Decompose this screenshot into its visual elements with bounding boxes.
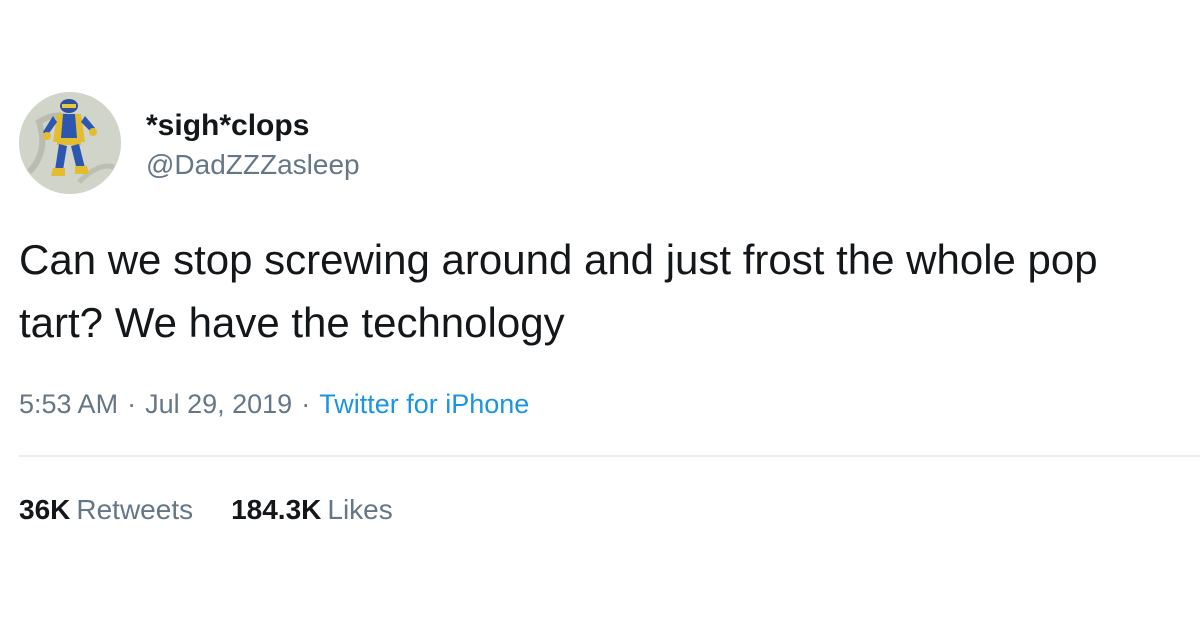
tweet-time[interactable]: 5:53 AM — [19, 389, 118, 419]
meta-separator: · — [301, 389, 311, 419]
tweet-metadata: 5:53 AM · Jul 29, 2019 · Twitter for iPhone — [19, 386, 529, 422]
retweets-count: 36K — [19, 494, 71, 525]
meta-separator: · — [127, 389, 137, 419]
author-handle[interactable]: @DadZZZasleep — [146, 148, 360, 182]
tweet-card: *sigh*clops @DadZZZasleep Can we stop sc… — [0, 0, 1200, 628]
tweet-text: Can we stop screwing around and just fro… — [19, 236, 1098, 346]
divider — [19, 455, 1200, 457]
tweet-date[interactable]: Jul 29, 2019 — [145, 389, 292, 419]
tweet-source-link[interactable]: Twitter for iPhone — [319, 389, 529, 419]
likes-stat[interactable]: 184.3K Likes — [231, 492, 393, 528]
likes-label: Likes — [327, 494, 393, 525]
author-display-name[interactable]: *sigh*clops — [146, 108, 309, 144]
retweets-label: Retweets — [76, 494, 194, 525]
profile-avatar[interactable] — [19, 92, 121, 194]
likes-count: 184.3K — [231, 494, 322, 525]
tweet-stats: 36K Retweets 184.3K Likes — [19, 492, 431, 528]
cartoon-hero-avatar-icon — [19, 92, 121, 194]
retweets-stat[interactable]: 36K Retweets — [19, 492, 193, 528]
